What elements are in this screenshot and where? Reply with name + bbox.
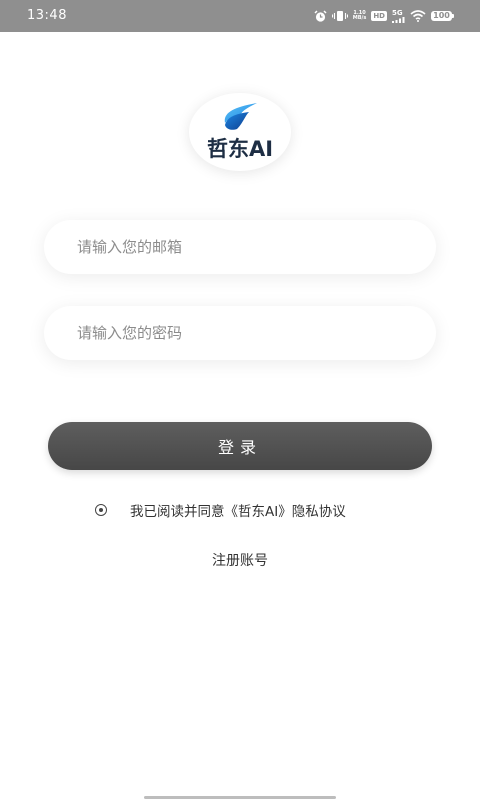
network-speed: 1.10 MB/s	[352, 10, 367, 21]
app-logo: 哲东AI	[189, 93, 291, 171]
battery-icon: 100	[431, 11, 454, 21]
logo-wing-icon	[224, 103, 257, 130]
network-type: 5G	[392, 8, 403, 17]
password-input[interactable]	[44, 306, 436, 360]
home-indicator[interactable]	[144, 796, 336, 799]
login-button[interactable]: 登录	[48, 422, 432, 470]
signal-icon	[392, 16, 405, 23]
agreement-text: 我已阅读并同意《哲东AI》隐私协议	[130, 504, 346, 520]
vibrate-icon	[331, 11, 348, 21]
status-bar: 13:48 1.10 MB/s HD 5G 100	[0, 0, 480, 32]
hd-badge: HD	[371, 11, 387, 21]
status-time: 13:48	[27, 8, 67, 23]
wifi-icon	[410, 10, 426, 22]
login-screen: 13:48 1.10 MB/s HD 5G 100 哲东AI 请输入您的邮箱 登…	[0, 0, 480, 800]
register-link[interactable]: 注册账号	[0, 550, 480, 570]
agreement-radio-icon[interactable]	[95, 504, 107, 516]
password-field-container	[44, 306, 436, 360]
status-icons: 1.10 MB/s HD 5G 100	[314, 8, 454, 24]
signal-indicator: 5G	[392, 8, 405, 23]
email-input[interactable]	[44, 220, 436, 274]
logo-text: 哲东AI	[206, 137, 274, 161]
alarm-icon	[314, 9, 327, 22]
battery-level: 100	[431, 11, 452, 21]
privacy-agreement[interactable]: 我已阅读并同意《哲东AI》隐私协议	[95, 500, 346, 520]
email-field-container	[44, 220, 436, 274]
